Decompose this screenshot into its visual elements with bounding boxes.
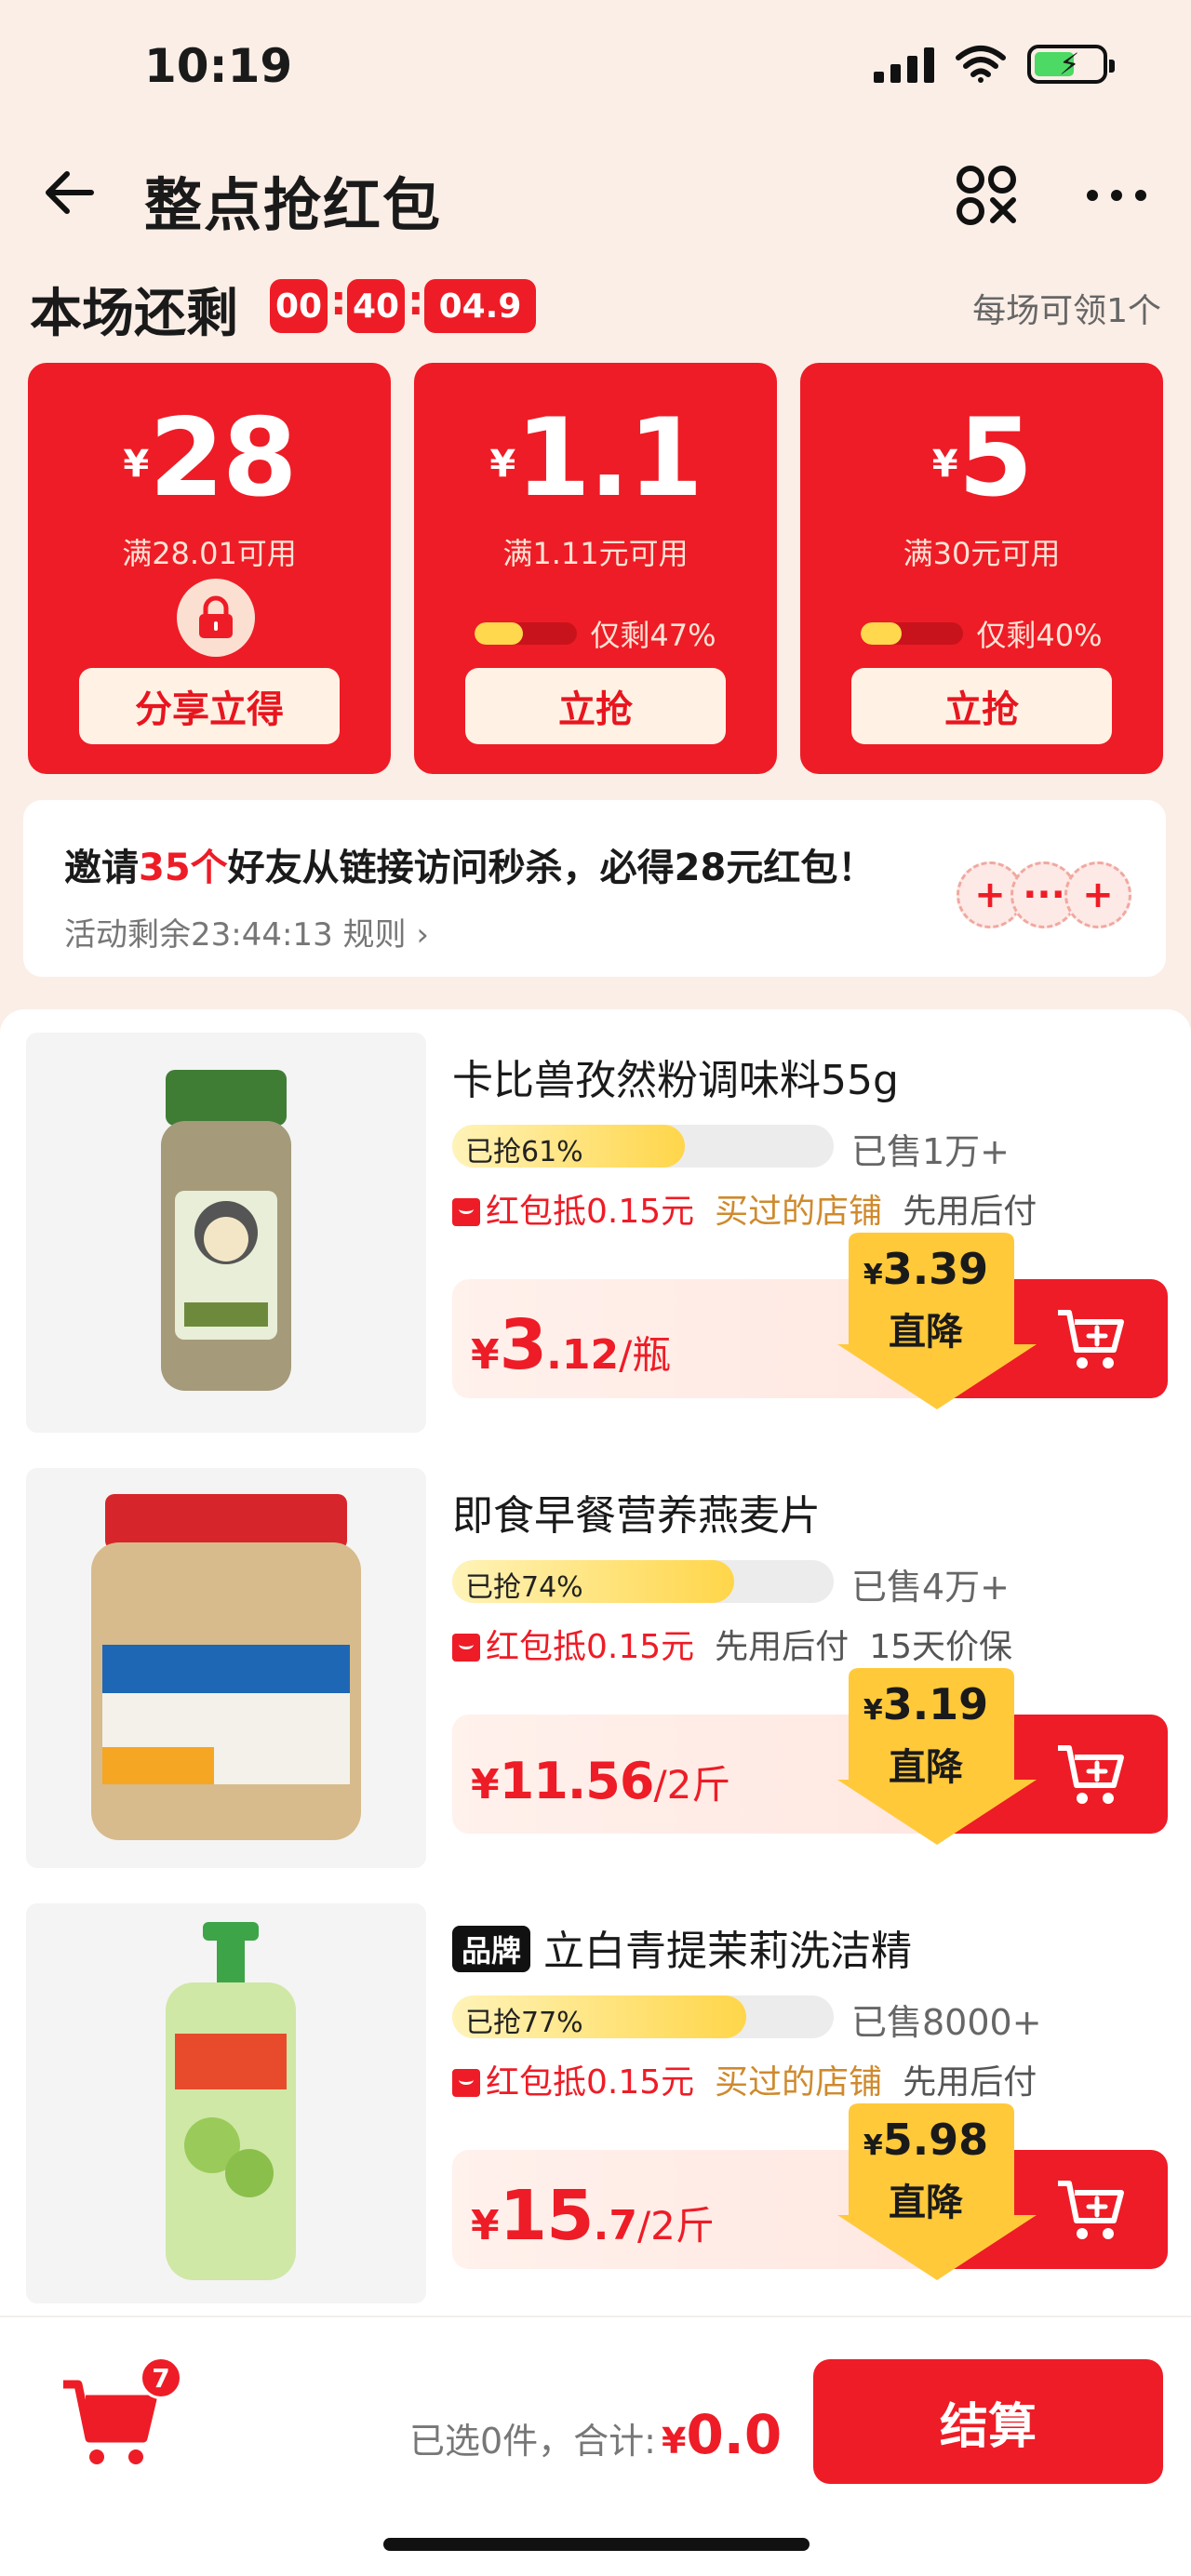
tag: 买过的店铺: [715, 1193, 883, 1231]
brand-badge: 品牌: [452, 1926, 531, 1972]
page-title: 整点抢红包: [144, 171, 443, 239]
tag: 15天价保: [869, 1628, 1012, 1666]
countdown-separator: :: [408, 277, 424, 325]
drop-price: ¥3.39: [863, 1244, 989, 1294]
add-cart-icon: [1058, 1310, 1124, 1368]
home-indicator[interactable]: [383, 2538, 810, 2551]
product-name[interactable]: 即食早餐营养燕麦片: [452, 1482, 821, 1542]
wifi-icon: [956, 46, 1006, 83]
product-price: ¥15.7/2斤: [471, 2176, 715, 2256]
coupon-condition: 满28.01可用: [122, 536, 297, 571]
grab-button[interactable]: 立抢: [465, 668, 726, 744]
drop-price: ¥3.19: [863, 1679, 989, 1729]
stock-progress-bar: [475, 622, 578, 645]
add-friend-icon: +: [1064, 861, 1131, 928]
tag: 先用后付: [903, 1193, 1037, 1231]
coupon-condition: 满1.11元可用: [502, 536, 689, 571]
grab-button[interactable]: 立抢: [851, 668, 1112, 744]
coupon-card[interactable]: ¥1.1 满1.11元可用 仅剩47% 立抢: [414, 363, 777, 774]
invite-title: 邀请35个好友从链接访问秒杀，必得28元红包！: [64, 847, 876, 889]
share-claim-button[interactable]: 分享立得: [79, 668, 340, 744]
cart-count-badge: 7: [140, 2356, 182, 2399]
countdown-hours: 00: [270, 279, 328, 333]
session-limit-text: 每场可领1个: [972, 292, 1161, 330]
tag: 买过的店铺: [715, 2063, 883, 2102]
product-tags: 红包抵0.15元 买过的店铺 先用后付: [452, 2055, 1037, 2103]
grabbed-text: 已抢77%: [465, 2007, 583, 2038]
coupon-card[interactable]: ¥28 满28.01可用 分享立得: [28, 363, 391, 774]
stock-text: 仅剩40%: [976, 618, 1103, 653]
sold-count: 已售4万+: [851, 1567, 1010, 1608]
invite-banner[interactable]: 邀请35个好友从链接访问秒杀，必得28元红包！ 活动剩余23:44:13 规则 …: [23, 800, 1166, 977]
product-list: 卡比兽孜然粉调味料55g 已抢61% 已售1万+ 红包抵0.15元 买过的店铺 …: [0, 1009, 1191, 2316]
product-price: ¥11.56/2斤: [471, 1752, 731, 1810]
product-image[interactable]: [26, 1903, 426, 2303]
coupon-stock: 仅剩47%: [414, 612, 777, 655]
selection-summary: 已选0件，合计: ¥0.0: [409, 2403, 783, 2466]
product-price: ¥3.12/瓶: [471, 1305, 672, 1385]
drop-label: 直降: [889, 2182, 963, 2224]
sold-count: 已售8000+: [851, 2002, 1042, 2043]
product-card[interactable]: 即食早餐营养燕麦片 已抢74% 已售4万+ 红包抵0.15元 先用后付 15天价…: [0, 1445, 1191, 1868]
more-icon[interactable]: [1079, 172, 1154, 219]
grabbed-progress-bar: 已抢61%: [452, 1125, 834, 1168]
red-packet-icon: [452, 1198, 480, 1226]
coupon-card[interactable]: ¥5 满30元可用 仅剩40% 立抢: [800, 363, 1163, 774]
tag-redpacket: 红包抵0.15元: [452, 2055, 694, 2103]
scan-icon[interactable]: [954, 163, 1019, 228]
coupon-condition: 满30元可用: [903, 536, 1061, 571]
battery-icon: ⚡: [1027, 45, 1115, 84]
tag: 先用后付: [715, 1628, 850, 1666]
product-tags: 红包抵0.15元 先用后付 15天价保: [452, 1620, 1012, 1668]
drop-label: 直降: [889, 1746, 963, 1789]
product-card[interactable]: 卡比兽孜然粉调味料55g 已抢61% 已售1万+ 红包抵0.15元 买过的店铺 …: [0, 1009, 1191, 1433]
product-image[interactable]: [26, 1468, 426, 1868]
countdown-minutes: 40: [347, 279, 405, 333]
countdown-seconds: 04.9: [424, 279, 536, 333]
drop-label: 直降: [889, 1311, 963, 1354]
add-cart-icon: [1058, 2181, 1124, 2239]
session-label: 本场还剩: [30, 284, 238, 344]
tag-redpacket: 红包抵0.15元: [452, 1620, 694, 1668]
coupon-amount: ¥5: [931, 395, 1034, 521]
stock-text: 仅剩47%: [590, 618, 716, 653]
grabbed-progress-bar: 已抢74%: [452, 1560, 834, 1603]
product-card[interactable]: 品牌 立白青提茉莉洗洁精 已抢77% 已售8000+ 红包抵0.15元 买过的店铺…: [0, 1880, 1191, 2303]
tag-redpacket: 红包抵0.15元: [452, 1184, 694, 1233]
signal-icon: [874, 46, 934, 83]
grabbed-text: 已抢74%: [465, 1571, 583, 1603]
lock-icon: [177, 579, 255, 657]
coupon-stock: 仅剩40%: [800, 612, 1163, 655]
red-packet-icon: [452, 2069, 480, 2097]
countdown-separator: :: [330, 277, 347, 325]
coupon-amount: ¥1.1: [489, 395, 703, 521]
product-name[interactable]: 品牌 立白青提茉莉洗洁精: [452, 1917, 912, 1977]
red-packet-icon: [452, 1634, 480, 1662]
add-cart-icon: [1058, 1745, 1124, 1804]
tag: 先用后付: [903, 2063, 1037, 2102]
checkout-button[interactable]: 结算: [813, 2359, 1163, 2484]
status-icons: ⚡: [874, 45, 1115, 84]
back-arrow-icon[interactable]: [37, 160, 102, 225]
product-name[interactable]: 卡比兽孜然粉调味料55g: [452, 1047, 899, 1106]
status-time: 10:19: [144, 39, 293, 93]
stock-progress-bar: [861, 622, 964, 645]
sold-count: 已售1万+: [851, 1131, 1010, 1172]
invite-avatars[interactable]: + ··· +: [957, 861, 1131, 928]
coupon-amount: ¥28: [123, 395, 297, 521]
grabbed-text: 已抢61%: [465, 1136, 583, 1168]
drop-price: ¥5.98: [863, 2115, 989, 2165]
product-image[interactable]: [26, 1033, 426, 1433]
grabbed-progress-bar: 已抢77%: [452, 1995, 834, 2038]
bottom-bar: 7 已选0件，合计: ¥0.0 结算: [0, 2316, 1191, 2576]
invite-countdown-rules[interactable]: 活动剩余23:44:13 规则 ›: [64, 909, 429, 954]
product-tags: 红包抵0.15元 买过的店铺 先用后付: [452, 1184, 1037, 1233]
